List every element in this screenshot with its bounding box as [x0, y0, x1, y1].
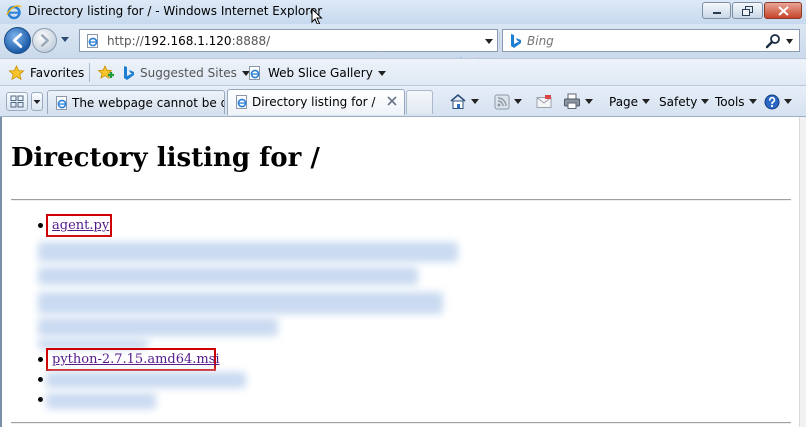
page-menu-label: Page — [609, 94, 639, 109]
window-title: Directory listing for / - Windows Intern… — [28, 4, 323, 18]
chevron-down-icon — [784, 99, 792, 104]
vertical-scrollbar[interactable] — [799, 117, 806, 427]
search-icon[interactable] — [765, 33, 781, 49]
search-box[interactable] — [502, 29, 800, 52]
tab-label: Directory listing for / — [252, 95, 376, 109]
minimize-icon — [703, 3, 730, 18]
mail-icon — [536, 94, 552, 108]
page-title: Directory listing for / — [11, 143, 320, 173]
list-bullet — [38, 377, 43, 382]
favorites-button[interactable]: Favorites — [8, 64, 84, 82]
close-tab-icon[interactable] — [386, 95, 398, 107]
address-bar[interactable]: http://192.168.1.120:8888/ — [79, 29, 500, 52]
chevron-down-icon — [585, 99, 593, 104]
redacted-region — [38, 292, 443, 314]
page-icon — [249, 66, 260, 80]
maximize-button[interactable] — [732, 2, 763, 19]
star-icon — [8, 65, 25, 81]
file-link-agent-py[interactable]: agent.py — [52, 218, 109, 233]
forward-button[interactable] — [32, 28, 57, 53]
chevron-down-icon — [701, 99, 710, 104]
web-slice-gallery-button[interactable]: Web Slice Gallery — [247, 64, 386, 82]
read-mail-button[interactable] — [536, 92, 552, 111]
url-path: :8888/ — [231, 34, 271, 48]
address-separator — [499, 32, 500, 49]
chevron-down-icon — [642, 99, 651, 104]
search-input[interactable] — [527, 33, 757, 49]
page-icon — [87, 34, 98, 48]
redacted-region — [46, 372, 246, 388]
tab-directory-listing[interactable]: Directory listing for / — [227, 89, 405, 115]
safety-menu-label: Safety — [659, 94, 698, 109]
feeds-button[interactable] — [494, 92, 522, 111]
favorites-label: Favorites — [30, 66, 85, 80]
title-bar: Directory listing for / - Windows Intern… — [0, 0, 806, 26]
printer-icon — [564, 93, 580, 109]
chevron-down-icon — [748, 99, 757, 104]
bing-logo-icon — [511, 34, 521, 48]
tools-menu-label: Tools — [715, 94, 745, 109]
back-button[interactable] — [4, 27, 31, 54]
quick-tabs-button[interactable] — [6, 92, 28, 111]
recent-pages-dropdown-icon[interactable] — [60, 36, 70, 44]
search-options-dropdown-icon[interactable] — [785, 38, 794, 45]
quick-tabs-grid-icon — [10, 95, 24, 108]
horizontal-rule — [11, 422, 791, 424]
help-icon — [764, 94, 780, 109]
tools-menu-button[interactable]: Tools — [715, 92, 757, 111]
rss-feed-icon — [494, 94, 510, 109]
new-tab-button[interactable] — [406, 90, 433, 114]
close-window-button[interactable] — [764, 2, 802, 19]
url-host: 192.168.1.120 — [143, 34, 232, 48]
page-icon — [236, 95, 247, 109]
tab-bar: The webpage cannot be di... Directory li… — [0, 86, 806, 117]
chevron-down-icon — [471, 99, 479, 104]
chevron-down-icon — [33, 100, 41, 104]
horizontal-rule — [11, 199, 791, 201]
list-bullet — [38, 223, 43, 228]
close-icon — [765, 3, 801, 18]
ie-logo-icon — [6, 5, 22, 20]
home-icon — [450, 93, 466, 109]
suggested-sites-button[interactable]: Suggested Sites — [123, 64, 250, 82]
arrow-right-icon — [41, 34, 49, 47]
home-button[interactable] — [449, 92, 479, 111]
restore-icon — [733, 3, 762, 18]
chevron-down-icon — [377, 70, 386, 76]
url-scheme: http:// — [107, 34, 144, 48]
address-dropdown-icon[interactable] — [484, 38, 494, 45]
address-url[interactable]: http://192.168.1.120:8888/ — [107, 34, 270, 48]
tab-list-button[interactable] — [31, 92, 43, 111]
page-menu-button[interactable]: Page — [609, 92, 651, 111]
favorites-bar: Favorites Suggested Sites Web Slice Gall… — [0, 58, 806, 86]
bing-logo-icon — [124, 66, 134, 80]
list-bullet — [38, 397, 43, 402]
navigation-bar: http://192.168.1.120:8888/ — [0, 24, 806, 71]
help-button[interactable] — [764, 92, 792, 111]
list-bullet — [38, 357, 43, 362]
tab-webpage-cannot-be-displayed[interactable]: The webpage cannot be di... — [47, 90, 225, 114]
page-icon — [56, 96, 67, 110]
chevron-down-icon — [514, 99, 522, 104]
web-slice-gallery-label: Web Slice Gallery — [268, 66, 373, 80]
print-button[interactable] — [563, 92, 593, 111]
redacted-region — [38, 318, 278, 336]
redacted-region — [38, 267, 418, 285]
favorites-separator — [89, 63, 90, 82]
add-to-favorites-bar-icon[interactable] — [97, 64, 115, 81]
redacted-region — [46, 393, 156, 409]
file-link-python-msi[interactable]: python-2.7.15.amd64.msi — [52, 352, 220, 367]
redacted-region — [38, 242, 458, 262]
safety-menu-button[interactable]: Safety — [659, 92, 710, 111]
minimize-button[interactable] — [702, 2, 731, 19]
tab-label: The webpage cannot be di... — [72, 96, 224, 110]
page-content: Directory listing for / agent.py python-… — [0, 117, 806, 427]
arrow-left-icon — [12, 33, 23, 48]
suggested-sites-label: Suggested Sites — [140, 66, 237, 80]
